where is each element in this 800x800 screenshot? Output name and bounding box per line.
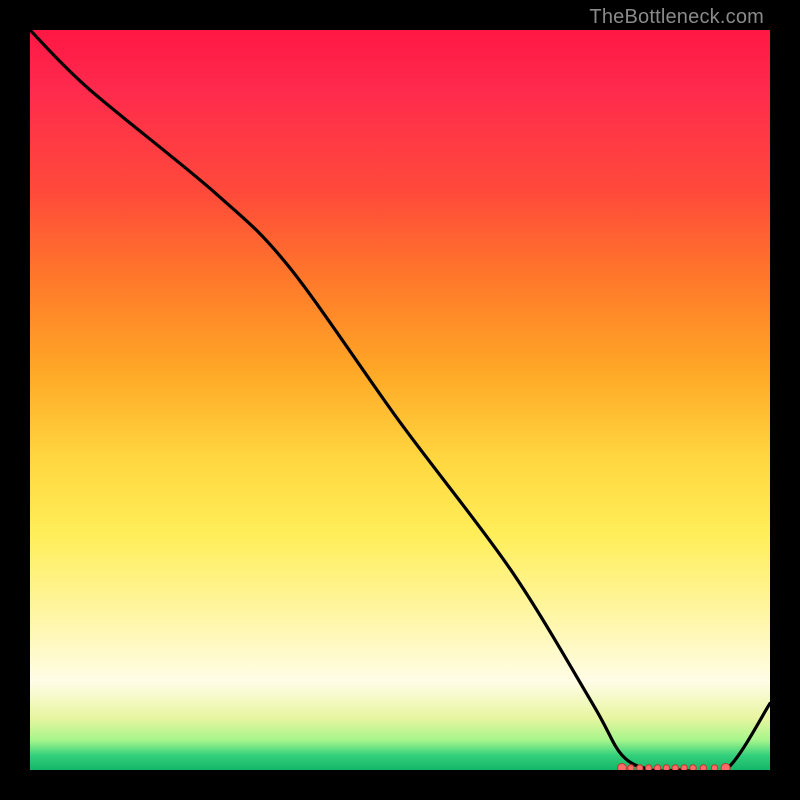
chart-frame: TheBottleneck.com <box>0 0 800 800</box>
marker-dot <box>721 764 730 771</box>
data-curve <box>30 30 770 770</box>
plot-area <box>30 30 770 770</box>
chart-svg <box>30 30 770 770</box>
marker-dot <box>628 765 634 770</box>
marker-dot <box>690 765 696 770</box>
marker-dot <box>700 765 706 770</box>
attribution-text: TheBottleneck.com <box>589 6 764 29</box>
marker-dot <box>654 765 660 770</box>
marker-dot <box>637 765 643 770</box>
marker-dot <box>711 765 717 770</box>
marker-dot <box>672 765 678 770</box>
marker-dot <box>663 765 669 770</box>
marker-dot <box>681 765 687 770</box>
marker-dot <box>645 765 651 770</box>
marker-dot <box>618 764 627 771</box>
